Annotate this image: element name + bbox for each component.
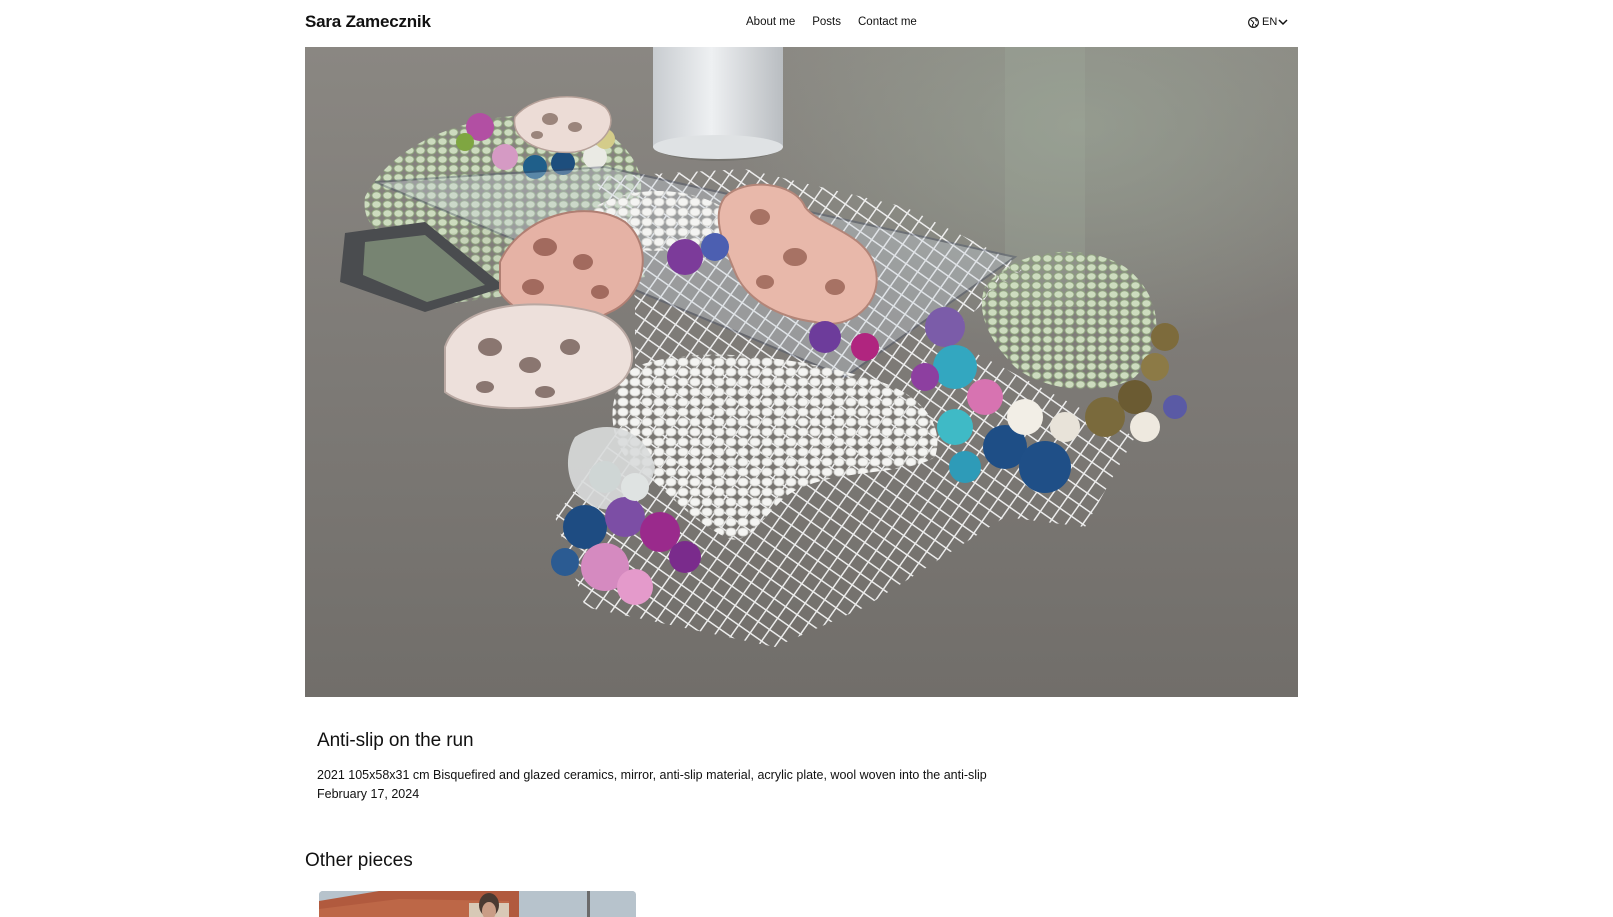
post-description: 2021 105x58x31 cm Bisquefired and glazed… bbox=[317, 768, 987, 782]
main-nav: About me Posts Contact me bbox=[746, 16, 934, 28]
other-pieces-heading: Other pieces bbox=[305, 850, 413, 871]
post-date: February 17, 2024 bbox=[317, 787, 420, 801]
chevron-down-icon bbox=[1278, 18, 1288, 26]
post-title: Anti-slip on the run bbox=[317, 730, 474, 751]
nav-item-posts[interactable]: Posts bbox=[812, 16, 841, 28]
nav-item-contact[interactable]: Contact me bbox=[858, 16, 917, 28]
post-hero-image bbox=[305, 47, 1298, 697]
language-label: EN bbox=[1262, 16, 1278, 28]
brand-logo-link[interactable]: Sara Zamecznik bbox=[305, 12, 431, 32]
other-piece-card[interactable] bbox=[319, 891, 636, 917]
globe-icon bbox=[1248, 16, 1259, 28]
site-header: Sara Zamecznik About me Posts Contact me… bbox=[0, 0, 1613, 46]
language-selector[interactable]: EN bbox=[1248, 16, 1288, 28]
nav-item-about[interactable]: About me bbox=[746, 16, 795, 28]
page: Sara Zamecznik About me Posts Contact me… bbox=[0, 0, 1613, 917]
